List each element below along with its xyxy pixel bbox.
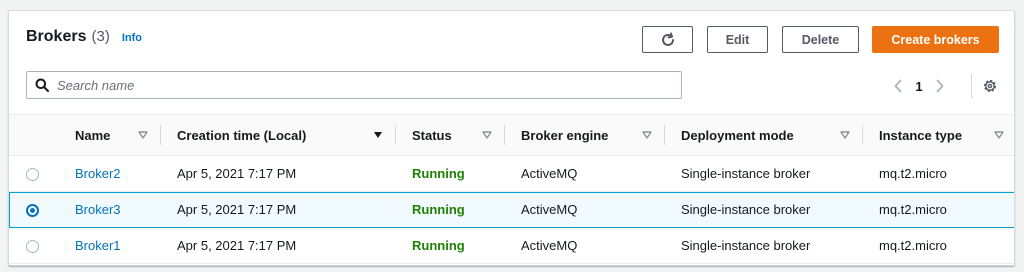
creation-time: Apr 5, 2021 7:17 PM [177, 202, 297, 217]
edit-button[interactable]: Edit [707, 26, 768, 53]
status-text: Running [412, 202, 465, 217]
search-input[interactable] [57, 73, 681, 97]
column-label: Name [75, 127, 111, 143]
broker-name-link[interactable]: Broker1 [75, 238, 121, 253]
table-row[interactable]: Broker3 Apr 5, 2021 7:17 PM Running Acti… [9, 191, 1014, 228]
column-label: Instance type [879, 127, 963, 143]
column-label: Status [412, 127, 452, 143]
table-header-row: Name Creation time (Local) Status Broker… [9, 114, 1014, 156]
page-title: Brokers [26, 28, 87, 45]
next-page-button[interactable] [929, 75, 951, 97]
sort-caret-icon [138, 131, 148, 139]
row-select-radio[interactable] [26, 203, 39, 217]
broker-name-link[interactable]: Broker2 [75, 166, 121, 181]
column-divider [664, 125, 665, 145]
sort-caret-icon [642, 131, 652, 139]
column-divider [504, 125, 505, 145]
chevron-right-icon [936, 79, 944, 93]
refresh-button[interactable] [642, 26, 693, 53]
refresh-icon [661, 32, 674, 46]
broker-count: (3) [91, 28, 110, 45]
panel-header: Brokers (3) Info [26, 28, 142, 46]
search-box [26, 71, 682, 99]
broker-name-link[interactable]: Broker3 [75, 202, 121, 217]
sort-caret-icon [482, 131, 492, 139]
create-brokers-button[interactable]: Create brokers [872, 26, 999, 53]
deployment-mode: Single-instance broker [681, 166, 811, 181]
column-header-deployment-mode[interactable]: Deployment mode [664, 115, 862, 156]
sort-caret-icon [994, 131, 1004, 139]
sort-caret-icon [840, 131, 850, 139]
instance-type: mq.t2.micro [879, 166, 947, 181]
broker-engine: ActiveMQ [521, 166, 578, 181]
deployment-mode: Single-instance broker [681, 238, 811, 253]
broker-engine: ActiveMQ [521, 238, 578, 253]
preferences-button[interactable] [979, 75, 1001, 97]
previous-page-button[interactable] [887, 75, 909, 97]
column-header-name[interactable]: Name [58, 115, 160, 156]
chevron-left-icon [894, 79, 902, 93]
select-column-header [9, 115, 58, 156]
pagination: 1 [887, 75, 951, 97]
row-select-radio[interactable] [26, 239, 39, 253]
table-row[interactable]: Broker2 Apr 5, 2021 7:17 PM Running Acti… [9, 156, 1014, 192]
column-divider [395, 125, 396, 145]
instance-type: mq.t2.micro [879, 238, 947, 253]
column-divider [862, 125, 863, 145]
table-row[interactable]: Broker1 Apr 5, 2021 7:17 PM Running Acti… [9, 228, 1014, 264]
creation-time: Apr 5, 2021 7:17 PM [177, 166, 297, 181]
search-icon [35, 78, 49, 92]
sort-down-icon [374, 132, 382, 138]
column-label: Deployment mode [681, 127, 794, 143]
deployment-mode: Single-instance broker [681, 202, 811, 217]
info-link[interactable]: Info [122, 32, 142, 44]
current-page-number[interactable]: 1 [909, 79, 929, 94]
status-text: Running [412, 166, 465, 181]
column-header-status[interactable]: Status [395, 115, 504, 156]
brokers-table: Name Creation time (Local) Status Broker… [9, 114, 1014, 264]
broker-engine: ActiveMQ [521, 202, 578, 217]
delete-button[interactable]: Delete [782, 26, 859, 53]
row-select-radio[interactable] [26, 167, 39, 181]
brokers-panel: Brokers (3) Info Edit Delete Create brok… [8, 10, 1015, 266]
creation-time: Apr 5, 2021 7:17 PM [177, 238, 297, 253]
status-text: Running [412, 238, 465, 253]
column-header-instance-type[interactable]: Instance type [862, 115, 1014, 156]
column-divider [160, 125, 161, 145]
column-label: Creation time (Local) [177, 127, 307, 143]
instance-type: mq.t2.micro [879, 202, 947, 217]
column-label: Broker engine [521, 127, 609, 143]
pager-divider [971, 74, 972, 98]
column-header-creation-time[interactable]: Creation time (Local) [160, 115, 395, 156]
gear-icon [984, 80, 996, 92]
column-header-broker-engine[interactable]: Broker engine [504, 115, 664, 156]
